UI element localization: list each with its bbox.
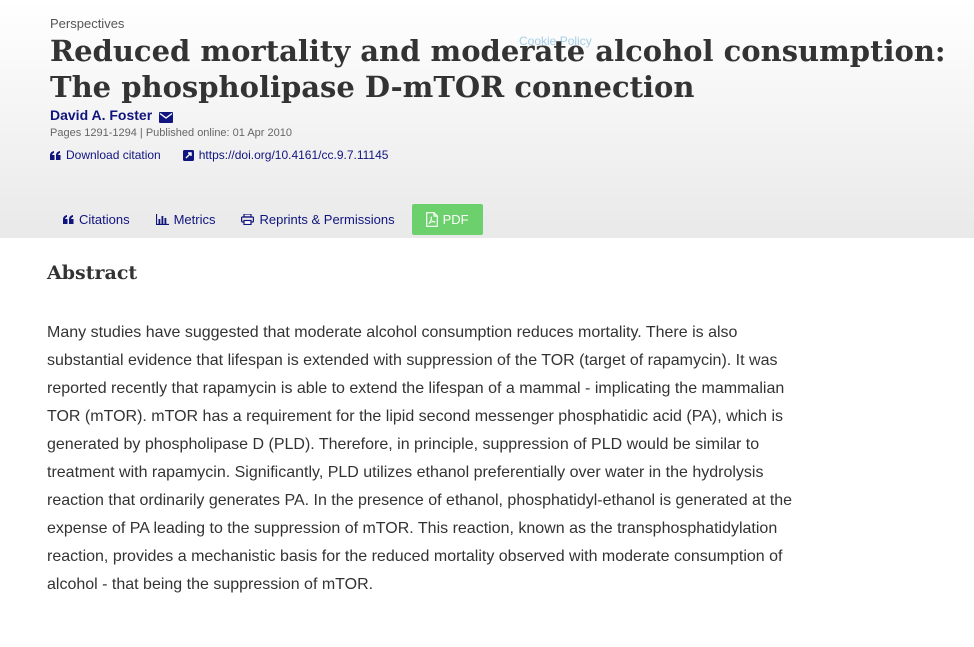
author-row: David A. Foster xyxy=(50,107,174,123)
mail-icon[interactable] xyxy=(159,110,174,123)
tab-citations-label: Citations xyxy=(79,212,130,227)
tab-reprints-label: Reprints & Permissions xyxy=(259,212,395,227)
abstract-line: expense of PA leading to the suppression… xyxy=(47,520,778,537)
doi-link[interactable]: https://doi.org/10.4161/cc.9.7.11145 xyxy=(182,148,389,162)
article-meta: Pages 1291-1294 | Published online: 01 A… xyxy=(50,127,292,139)
abstract-line: Many studies have suggested that moderat… xyxy=(47,324,738,341)
author-link[interactable]: David A. Foster xyxy=(50,107,152,123)
bar-chart-icon xyxy=(155,214,169,225)
abstract-line: reaction, provides a mechanistic basis f… xyxy=(47,548,783,565)
abstract-line: reported recently that rapamycin is able… xyxy=(47,380,785,397)
pdf-button[interactable]: PDF xyxy=(411,204,483,235)
download-citation-label: Download citation xyxy=(66,148,161,162)
quote-icon xyxy=(50,150,61,160)
abstract-line: reaction that ordinarily generates PA. I… xyxy=(47,492,793,509)
abstract-line: generated by phospholipase D (PLD). Ther… xyxy=(47,436,760,453)
abstract-line: TOR (mTOR). mTOR has a requirement for t… xyxy=(47,408,783,425)
tab-reprints-permissions[interactable]: Reprints & Permissions xyxy=(228,204,407,235)
pdf-file-icon xyxy=(425,212,438,227)
article-header: Perspectives Cookie Policy Reduced morta… xyxy=(0,0,974,238)
external-link-icon xyxy=(182,149,194,161)
tab-metrics[interactable]: Metrics xyxy=(143,204,229,235)
abstract-line: substantial evidence that lifespan is ex… xyxy=(47,352,778,369)
article-tabs: Citations Metrics Reprints & Permissions… xyxy=(50,204,483,235)
doi-label: https://doi.org/10.4161/cc.9.7.11145 xyxy=(198,148,389,162)
abstract-heading: Abstract xyxy=(47,262,138,284)
tab-citations[interactable]: Citations xyxy=(50,204,143,235)
abstract-line: alcohol - that being the suppression of … xyxy=(47,576,374,593)
article-title: Reduced mortality and moderate alcohol c… xyxy=(50,34,946,104)
abstract-body: Many studies have suggested that moderat… xyxy=(47,319,847,599)
tab-metrics-label: Metrics xyxy=(173,212,216,227)
printer-icon xyxy=(241,214,255,225)
section-label: Perspectives xyxy=(50,16,125,31)
article-links: Download citation https://doi.org/10.416… xyxy=(50,148,388,162)
pdf-button-label: PDF xyxy=(442,212,469,227)
quote-icon xyxy=(63,215,74,224)
download-citation-link[interactable]: Download citation xyxy=(50,148,161,162)
abstract-line: treatment with rapamycin. Significantly,… xyxy=(47,464,764,481)
